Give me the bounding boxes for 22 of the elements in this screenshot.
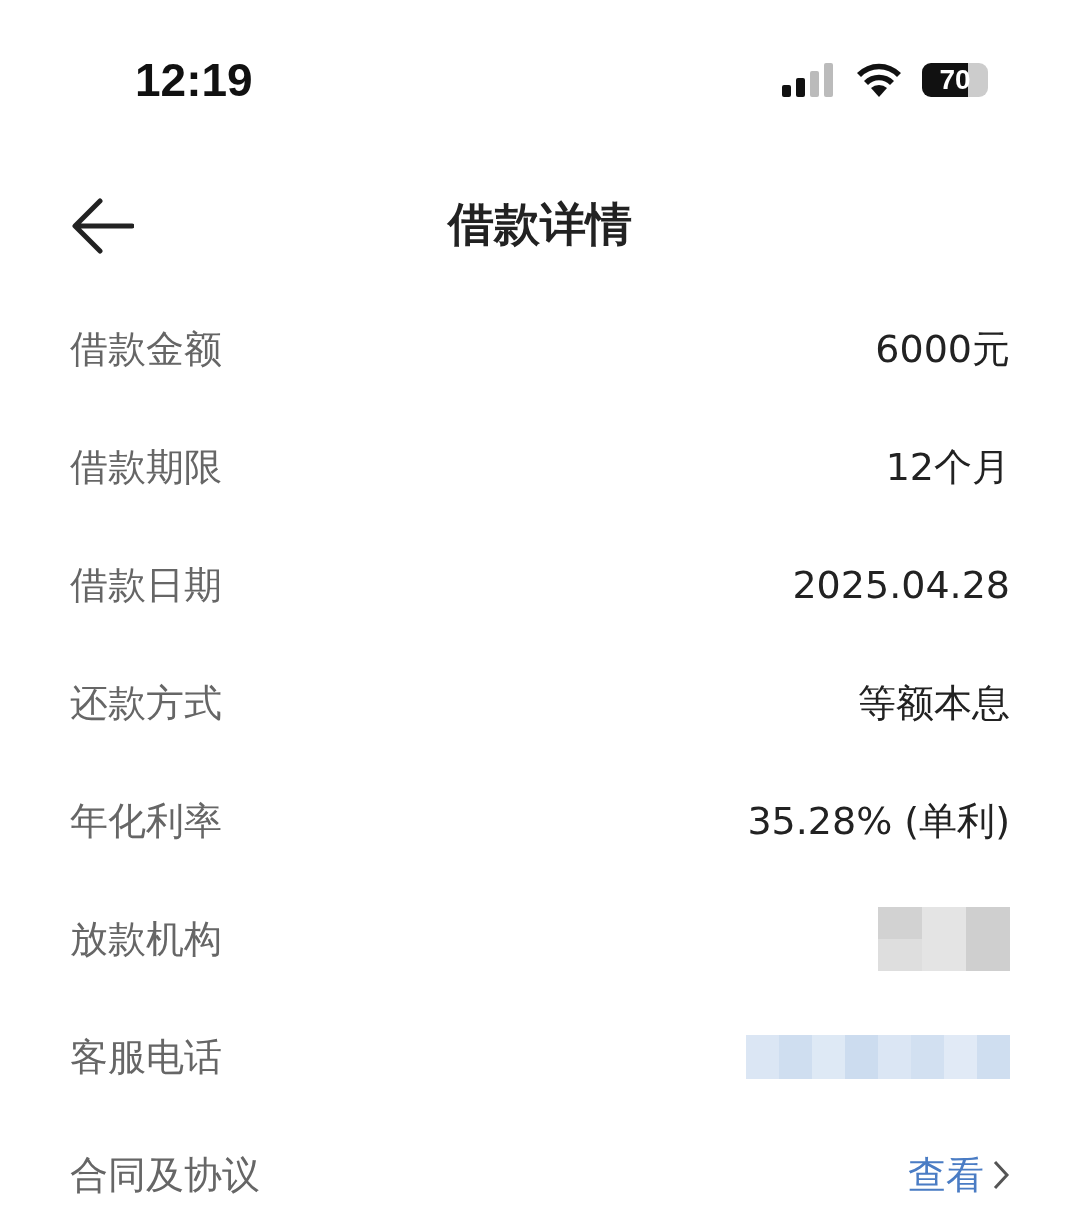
field-label: 合同及协议: [70, 1151, 260, 1199]
view-link[interactable]: 查看: [908, 1149, 1010, 1201]
field-value: 6000元: [875, 325, 1010, 373]
field-label: 放款机构: [70, 915, 222, 963]
signal-icon: [782, 63, 836, 97]
field-label: 借款金额: [70, 325, 222, 373]
field-label: 年化利率: [70, 797, 222, 845]
redacted-value-icon: [878, 907, 1010, 971]
page-title: 借款详情: [448, 196, 632, 253]
field-label: 借款日期: [70, 561, 222, 609]
field-value: 2025.04.28: [792, 563, 1010, 607]
field-label: 客服电话: [70, 1033, 222, 1081]
field-value: 12个月: [885, 443, 1010, 491]
field-value: 35.28% (单利): [747, 797, 1010, 845]
field-label: 借款期限: [70, 443, 222, 491]
field-value: 等额本息: [858, 679, 1010, 727]
back-icon[interactable]: [72, 198, 134, 254]
field-label: 还款方式: [70, 679, 222, 727]
wifi-icon: [856, 63, 902, 97]
redacted-value-icon: [746, 1035, 1010, 1079]
status-time: 12:19: [135, 53, 253, 107]
chevron-icon: [992, 1159, 1010, 1191]
